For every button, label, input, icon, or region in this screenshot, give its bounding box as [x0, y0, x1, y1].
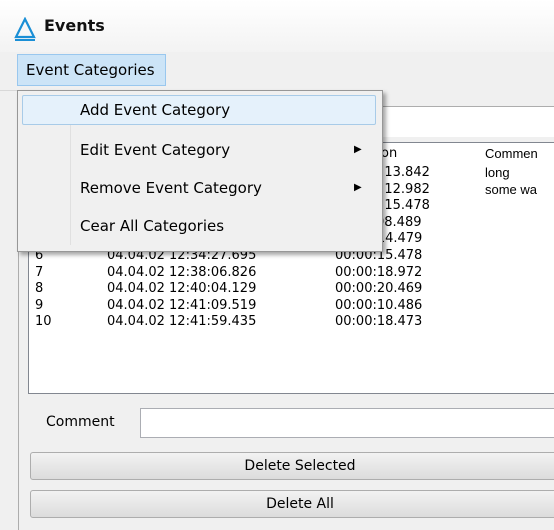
menu-item-label: Add Event Category: [80, 101, 231, 119]
cell-start: 04.04.02 12:40:04.129: [107, 281, 257, 297]
cell-number: 9: [35, 297, 44, 313]
menu-item-label: Cear All Categories: [80, 217, 225, 235]
cell-number: 10: [35, 314, 52, 330]
title-bar: Events: [0, 0, 554, 52]
window-title: Events: [44, 16, 105, 35]
cell-duration: 00:00:18.473: [335, 314, 423, 330]
cell-duration: 00:00:10.486: [335, 297, 423, 313]
comment-input[interactable]: [140, 408, 554, 438]
event-categories-dropdown: Add Event Category Edit Event Category ▶…: [17, 90, 383, 252]
comment-label: Comment: [46, 414, 115, 430]
submenu-arrow-icon: ▶: [354, 182, 362, 193]
menu-event-categories[interactable]: Event Categories: [17, 54, 166, 86]
menu-item-label: Edit Event Category: [80, 141, 231, 159]
tab-events[interactable]: [376, 106, 554, 137]
submenu-arrow-icon: ▶: [354, 144, 362, 155]
cell-number: 7: [35, 264, 44, 280]
cell-start: 04.04.02 12:41:09.519: [107, 297, 257, 313]
cell-duration: 00:00:20.469: [335, 281, 423, 297]
delete-selected-button[interactable]: Delete Selected: [30, 452, 554, 480]
cell-start: 04.04.02 12:41:59.435: [107, 314, 257, 330]
menu-item-remove-event-category[interactable]: Remove Event Category ▶: [18, 171, 382, 205]
cell-duration: :13.842: [380, 165, 430, 180]
menu-bar: Event Categories: [0, 52, 554, 91]
cell-duration: :12.982: [380, 181, 430, 197]
delete-all-label: Delete All: [266, 496, 334, 512]
cell-comment: long: [485, 165, 510, 180]
delete-all-button[interactable]: Delete All: [30, 490, 554, 518]
app-icon: [14, 17, 36, 41]
cell-start: 04.04.02 12:38:06.826: [107, 264, 257, 280]
cell-comment: some wa: [485, 181, 538, 197]
menu-item-clear-all-categories[interactable]: Cear All Categories: [18, 209, 382, 243]
menu-item-add-event-category[interactable]: Add Event Category: [18, 93, 382, 127]
menu-item-edit-event-category[interactable]: Edit Event Category ▶: [18, 133, 382, 167]
delete-selected-label: Delete Selected: [244, 458, 356, 474]
header-comment: Commen: [485, 146, 538, 161]
cell-number: 8: [35, 281, 44, 297]
header-duration: on: [381, 146, 398, 161]
menu-item-label: Remove Event Category: [80, 179, 262, 197]
cell-duration: :15.478: [380, 198, 430, 214]
cell-duration: 00:00:18.972: [335, 264, 423, 280]
